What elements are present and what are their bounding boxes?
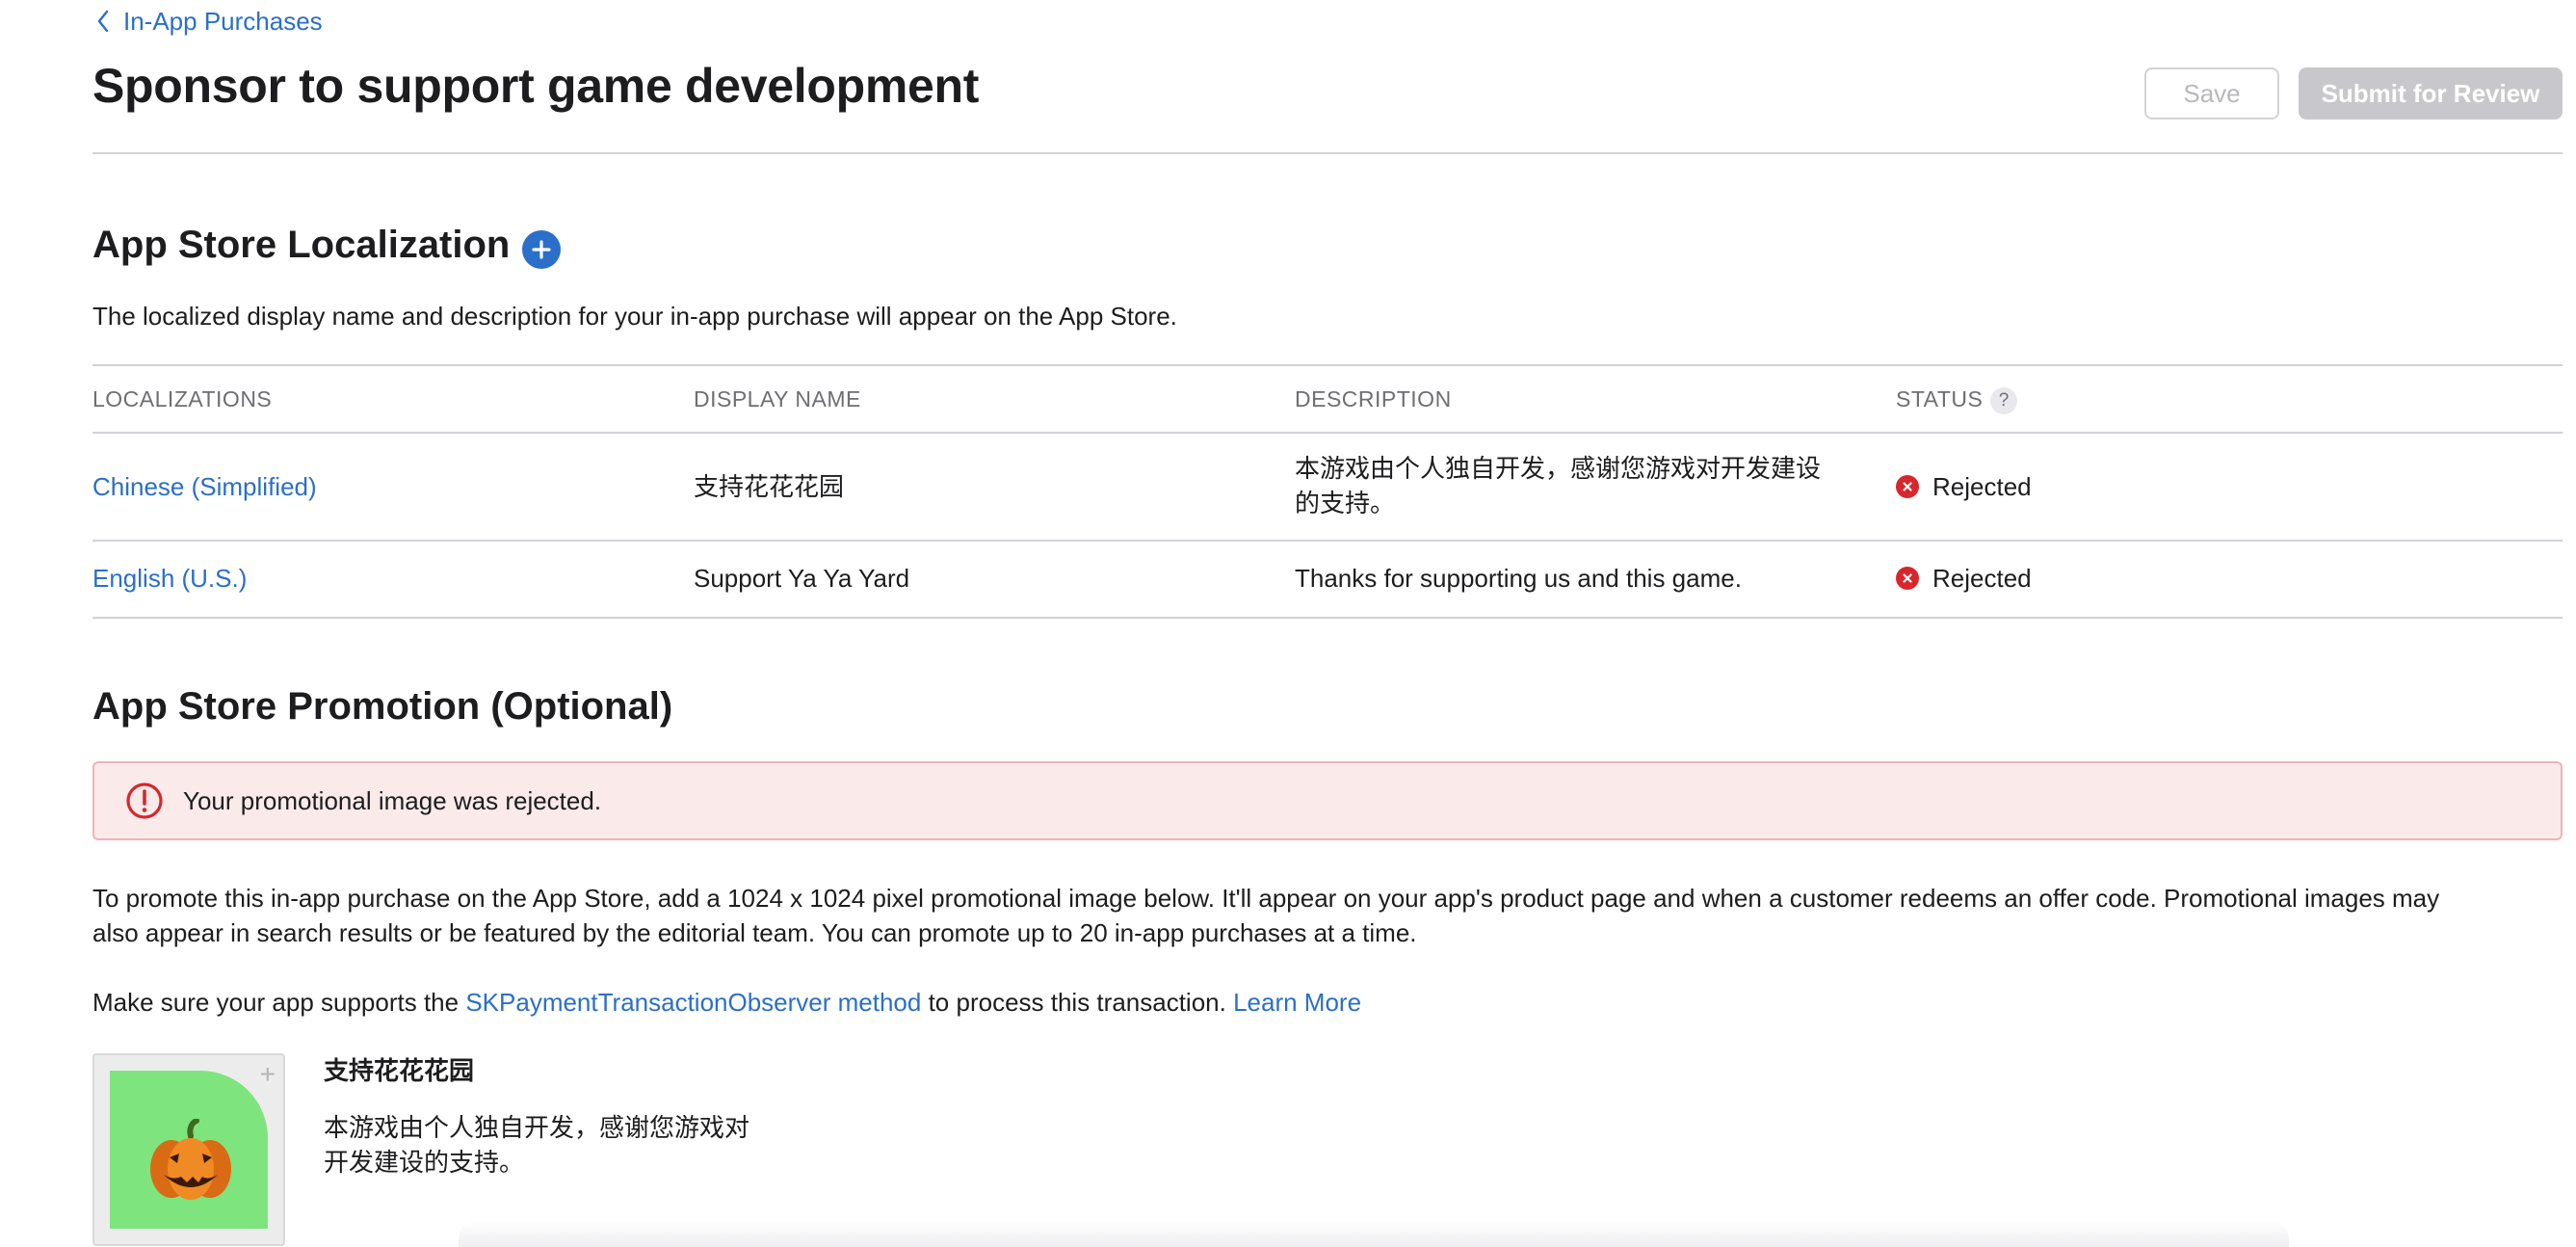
x-circle-icon (1896, 567, 1919, 590)
column-header-description: DESCRIPTION (1295, 386, 1452, 411)
plus-icon (532, 240, 551, 259)
promotion-info-line: To promote this in-app purchase on the A… (92, 884, 2440, 913)
status-cell: Rejected (1896, 469, 2032, 504)
exclamation-circle-icon (125, 782, 164, 820)
display-name-cell: Support Ya Ya Yard (694, 564, 910, 593)
localization-section-title: App Store Localization (92, 224, 511, 266)
help-icon[interactable]: ? (1990, 386, 2018, 414)
learn-more-link[interactable]: Learn More (1233, 988, 1361, 1017)
column-header-localizations: LOCALIZATIONS (92, 386, 273, 411)
localization-description: The localized display name and descripti… (92, 302, 1177, 331)
table-row[interactable]: English (U.S.) Support Ya Ya Yard Thanks… (92, 542, 2563, 619)
header-actions: Save Submit for Review (2144, 67, 2563, 119)
promotional-image (110, 1071, 268, 1229)
header-divider (92, 152, 2563, 154)
status-label: Rejected (1932, 472, 2032, 501)
description-cell: Thanks for supporting us and this game. (1295, 564, 1742, 593)
column-header-status-label: STATUS (1896, 386, 1984, 411)
column-header-status: STATUS? (1896, 386, 2018, 414)
add-localization-button[interactable] (522, 230, 561, 269)
x-circle-icon (1896, 475, 1919, 498)
description-cell: 本游戏由个人独自开发，感谢您游戏对开发建设的支持。 (1295, 454, 1822, 517)
page-title: Sponsor to support game development (92, 59, 980, 113)
promotion-info: To promote this in-app purchase on the A… (92, 881, 2563, 950)
breadcrumb-link[interactable]: In-App Purchases (123, 7, 323, 37)
locale-link[interactable]: English (U.S.) (92, 561, 247, 596)
save-button[interactable]: Save (2144, 67, 2279, 119)
promo-description: 本游戏由个人独自开发，感谢您游戏对开发建设的支持。 (324, 1113, 750, 1177)
observer-note-prefix: Make sure your app supports the (92, 988, 466, 1017)
observer-note-suffix: to process this transaction. (921, 988, 1234, 1017)
table-header: LOCALIZATIONS DISPLAY NAME DESCRIPTION S… (92, 364, 2563, 434)
chevron-left-icon[interactable] (92, 6, 114, 37)
column-header-display-name: DISPLAY NAME (694, 386, 861, 411)
table-row[interactable]: Chinese (Simplified) 支持花花花园 本游戏由个人独自开发，感… (92, 434, 2563, 542)
display-name-cell: 支持花花花园 (694, 472, 845, 501)
status-cell: Rejected (1896, 561, 2032, 596)
promotion-info-line: also appear in search results or be feat… (92, 918, 1417, 947)
observer-note: Make sure your app supports the SKPaymen… (92, 985, 1361, 1020)
localization-table: LOCALIZATIONS DISPLAY NAME DESCRIPTION S… (92, 364, 2563, 619)
breadcrumb[interactable]: In-App Purchases (92, 6, 323, 37)
pumpkin-icon (146, 1118, 235, 1208)
locale-link[interactable]: Chinese (Simplified) (92, 469, 317, 504)
promo-display-name: 支持花花花园 (324, 1056, 475, 1085)
bottom-fade (459, 1220, 2289, 1247)
submit-for-review-button[interactable]: Submit for Review (2299, 67, 2563, 119)
skpayment-observer-link[interactable]: SKPaymentTransactionObserver method (465, 988, 921, 1017)
add-image-icon[interactable]: + (260, 1061, 276, 1088)
promotion-section-title: App Store Promotion (Optional) (92, 685, 673, 728)
rejection-alert: Your promotional image was rejected. (92, 761, 2563, 840)
in-app-purchase-page: In-App Purchases Sponsor to support game… (0, 0, 2576, 1247)
promotional-image-thumbnail[interactable]: + (92, 1053, 285, 1246)
status-label: Rejected (1932, 564, 2032, 593)
alert-message: Your promotional image was rejected. (183, 785, 602, 815)
